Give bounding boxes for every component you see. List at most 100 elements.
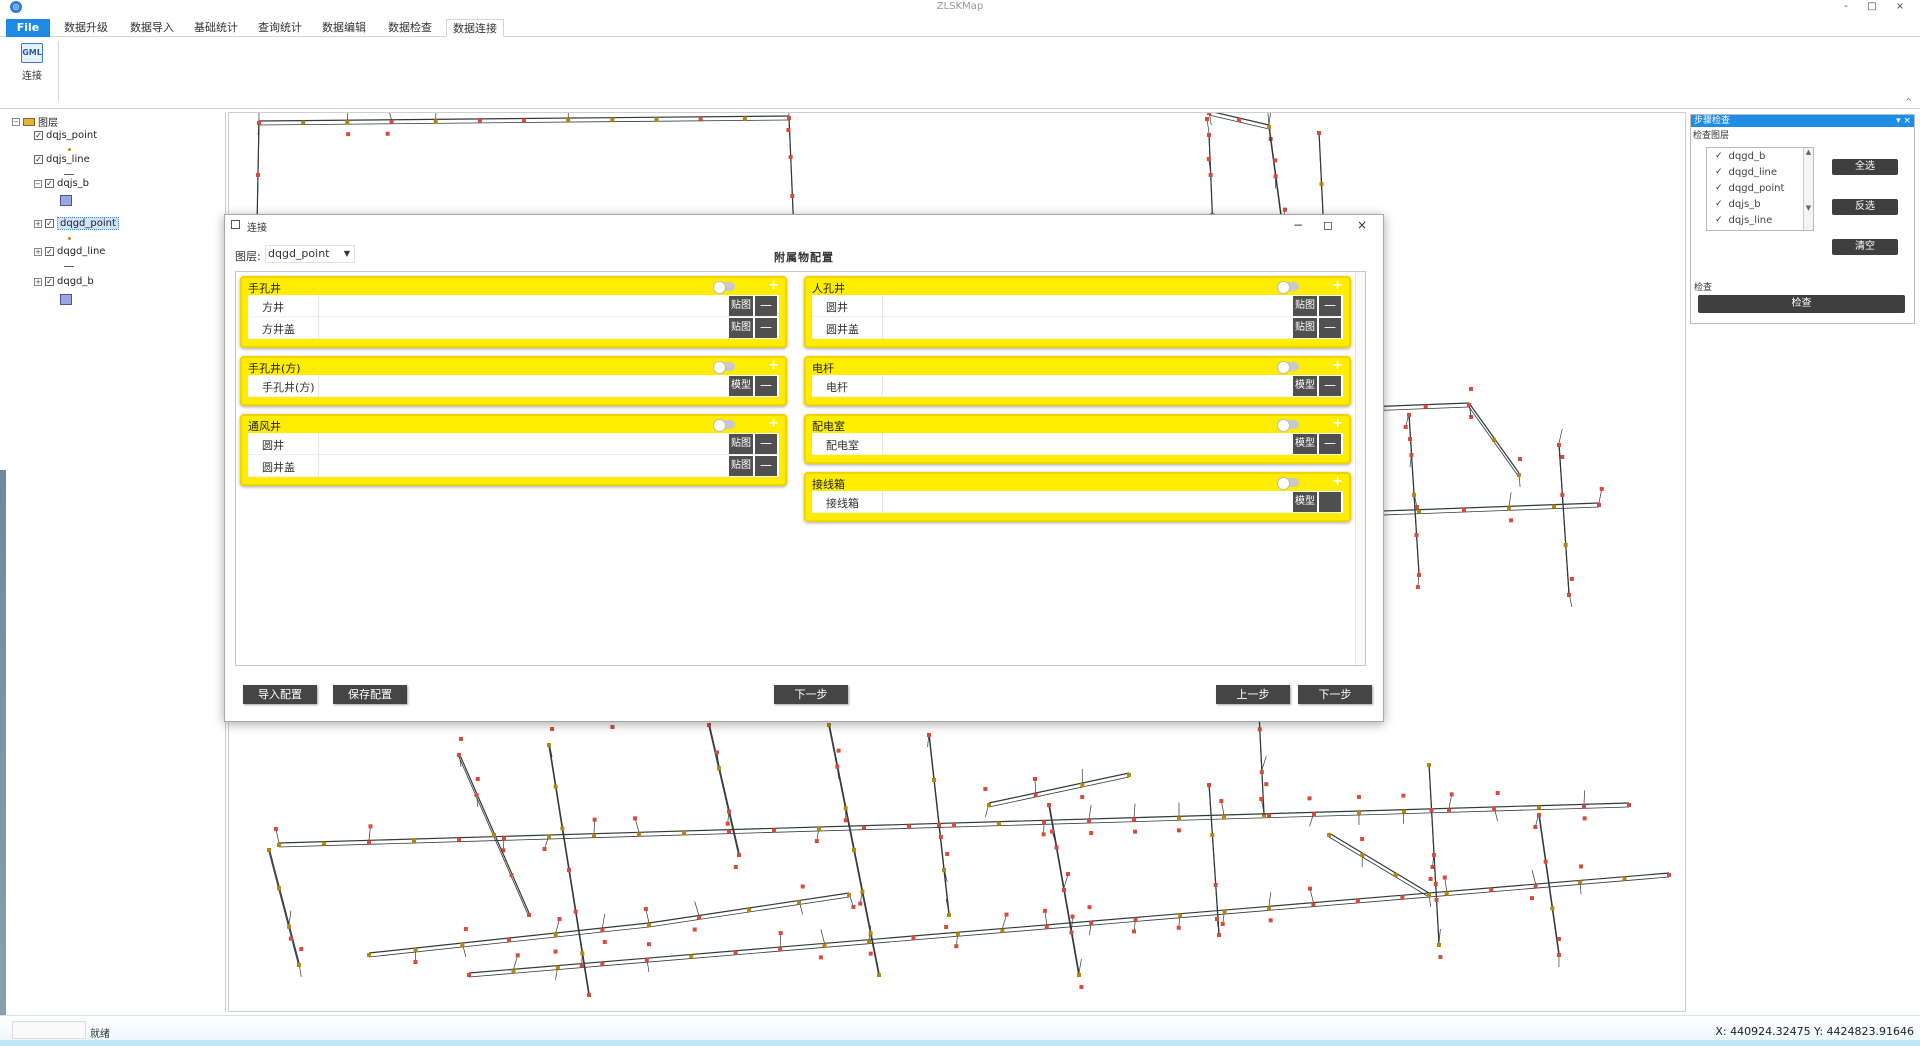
dialog-minimize-button[interactable]: − [1285,217,1311,233]
check-icon[interactable]: ✓ [1715,167,1723,177]
check-icon[interactable]: ✓ [1715,183,1723,193]
add-icon[interactable]: + [768,358,779,373]
previous-step-button[interactable]: 上一步 [1216,685,1290,704]
tab-basic-stats[interactable]: 基础统计 [188,19,244,37]
layer-item-dqjs-line[interactable]: ✓ dqjs_line [34,154,90,165]
tab-data-import[interactable]: 数据导入 [124,19,180,37]
layer-checkbox[interactable]: ✓ [45,277,54,286]
texture-button[interactable]: 贴图 [729,318,753,338]
invert-selection-button[interactable]: 反选 [1832,199,1898,215]
check-icon[interactable]: ✓ [1715,215,1723,225]
list-item[interactable]: ✓ dqgd_line [1707,164,1813,180]
card-toggle[interactable] [1277,477,1299,490]
remove-row-button[interactable]: — [755,434,777,454]
texture-button[interactable]: 贴图 [729,434,753,454]
remove-row-button[interactable]: — [1319,318,1341,338]
remove-row-button[interactable]: — [755,376,777,396]
model-button[interactable]: 模型 [1293,376,1317,396]
add-icon[interactable]: + [1332,358,1343,373]
card-toggle[interactable] [1277,361,1299,374]
list-item[interactable]: ✓ dqgd_b [1707,148,1813,164]
layer-item-dqjs-b[interactable]: − ✓ dqjs_b [34,178,89,189]
remove-row-button[interactable]: — [1319,434,1341,454]
check-icon[interactable]: ✓ [1715,151,1723,161]
layer-checkbox[interactable]: ✓ [34,155,43,164]
tab-query-stats[interactable]: 查询统计 [252,19,308,37]
layer-checkbox[interactable]: ✓ [45,219,54,228]
model-button[interactable]: 模型 [1293,434,1317,454]
list-item[interactable]: ✓ dqjs_line [1707,212,1813,228]
check-icon[interactable]: ✓ [1715,199,1723,209]
texture-button[interactable]: 贴图 [729,456,753,476]
dialog-maximize-button[interactable]: ◻ [1315,217,1341,233]
expand-icon[interactable]: − [34,179,42,188]
add-icon[interactable]: + [768,416,779,431]
select-all-button[interactable]: 全选 [1832,159,1898,175]
map-pipe-line [555,918,560,934]
layer-tree-root[interactable]: − 图层 [12,114,58,129]
point-legend-icon [68,237,71,240]
remove-row-button[interactable]: — [1319,296,1341,316]
list-item-label: dqgd_line [1728,166,1777,178]
connect-button[interactable]: GML 连接 [14,41,50,85]
add-icon[interactable]: + [1332,474,1343,489]
import-config-button[interactable]: 导入配置 [243,685,317,704]
panel-controls-icon[interactable]: ▾ × [1896,115,1911,127]
polygon-legend-icon [60,195,72,206]
layer-item-dqgd-line[interactable]: + ✓ dqgd_line [34,246,105,257]
layer-checkbox[interactable]: ✓ [34,131,43,140]
card-toggle[interactable] [1277,419,1299,432]
check-layer-list[interactable]: ✓ dqgd_b ✓ dqgd_line ✓ dqgd_point ✓ dqjs_b ✓… [1706,147,1814,231]
config-scrollbar[interactable] [1355,272,1365,665]
tab-data-check[interactable]: 数据检查 [382,19,438,37]
model-button[interactable]: 模型 [1293,492,1317,512]
model-button[interactable]: 模型 [729,376,753,396]
tab-data-edit[interactable]: 数据编辑 [316,19,372,37]
minimize-button[interactable]: - [1836,0,1856,14]
card-toggle[interactable] [713,281,735,294]
texture-button[interactable]: 贴图 [1293,318,1317,338]
card-toggle[interactable] [1277,281,1299,294]
next-step-button[interactable]: 下一步 [1298,685,1372,704]
clear-selection-button[interactable]: 清空 [1832,239,1898,255]
expand-icon[interactable]: + [34,247,42,256]
list-scrollbar[interactable]: ▲ ▼ [1803,148,1813,230]
dialog-close-button[interactable]: × [1349,217,1375,233]
list-item[interactable]: ✓ dqjs_b [1707,196,1813,212]
card-toggle[interactable] [713,361,735,374]
add-icon[interactable]: + [1332,416,1343,431]
maximize-button[interactable]: □ [1862,0,1882,14]
list-item[interactable]: ✓dqjs_point [1707,228,1813,230]
close-window-button[interactable]: × [1890,0,1910,14]
map-node [727,809,731,814]
layer-item-dqgd-point[interactable]: + ✓ dqgd_point [34,217,119,230]
ribbon-collapse-icon[interactable]: ^ [1905,97,1912,106]
layer-checkbox[interactable]: ✓ [45,247,54,256]
collapse-icon[interactable]: − [12,117,20,126]
tab-data-connect[interactable]: 数据连接 [446,19,504,37]
remove-row-button[interactable]: — [755,456,777,476]
card-row: 手孔井(方) 模型 — [248,375,779,397]
expand-icon[interactable]: + [34,277,42,286]
remove-row-button[interactable]: — [755,318,777,338]
layer-item-dqgd-b[interactable]: + ✓ dqgd_b [34,276,94,287]
add-icon[interactable]: + [1332,278,1343,293]
next-center-button[interactable]: 下一步 [774,685,848,704]
save-config-button[interactable]: 保存配置 [333,685,407,704]
remove-row-button[interactable]: — [1319,376,1341,396]
list-item[interactable]: ✓ dqgd_point [1707,180,1813,196]
row-divider [882,317,883,339]
run-check-button[interactable]: 检查 [1698,295,1905,313]
texture-button[interactable]: 贴图 [729,296,753,316]
texture-button[interactable]: 贴图 [1293,296,1317,316]
add-icon[interactable]: + [768,278,779,293]
remove-row-button[interactable] [1319,492,1341,512]
remove-row-button[interactable]: — [755,296,777,316]
card-toggle[interactable] [713,419,735,432]
map-node [945,852,950,856]
tab-file[interactable]: File [6,19,50,37]
tab-data-upgrade[interactable]: 数据升级 [58,19,114,37]
layer-checkbox[interactable]: ✓ [45,179,54,188]
layer-item-dqjs-point[interactable]: ✓ dqjs_point [34,130,97,141]
expand-icon[interactable]: + [34,219,42,228]
